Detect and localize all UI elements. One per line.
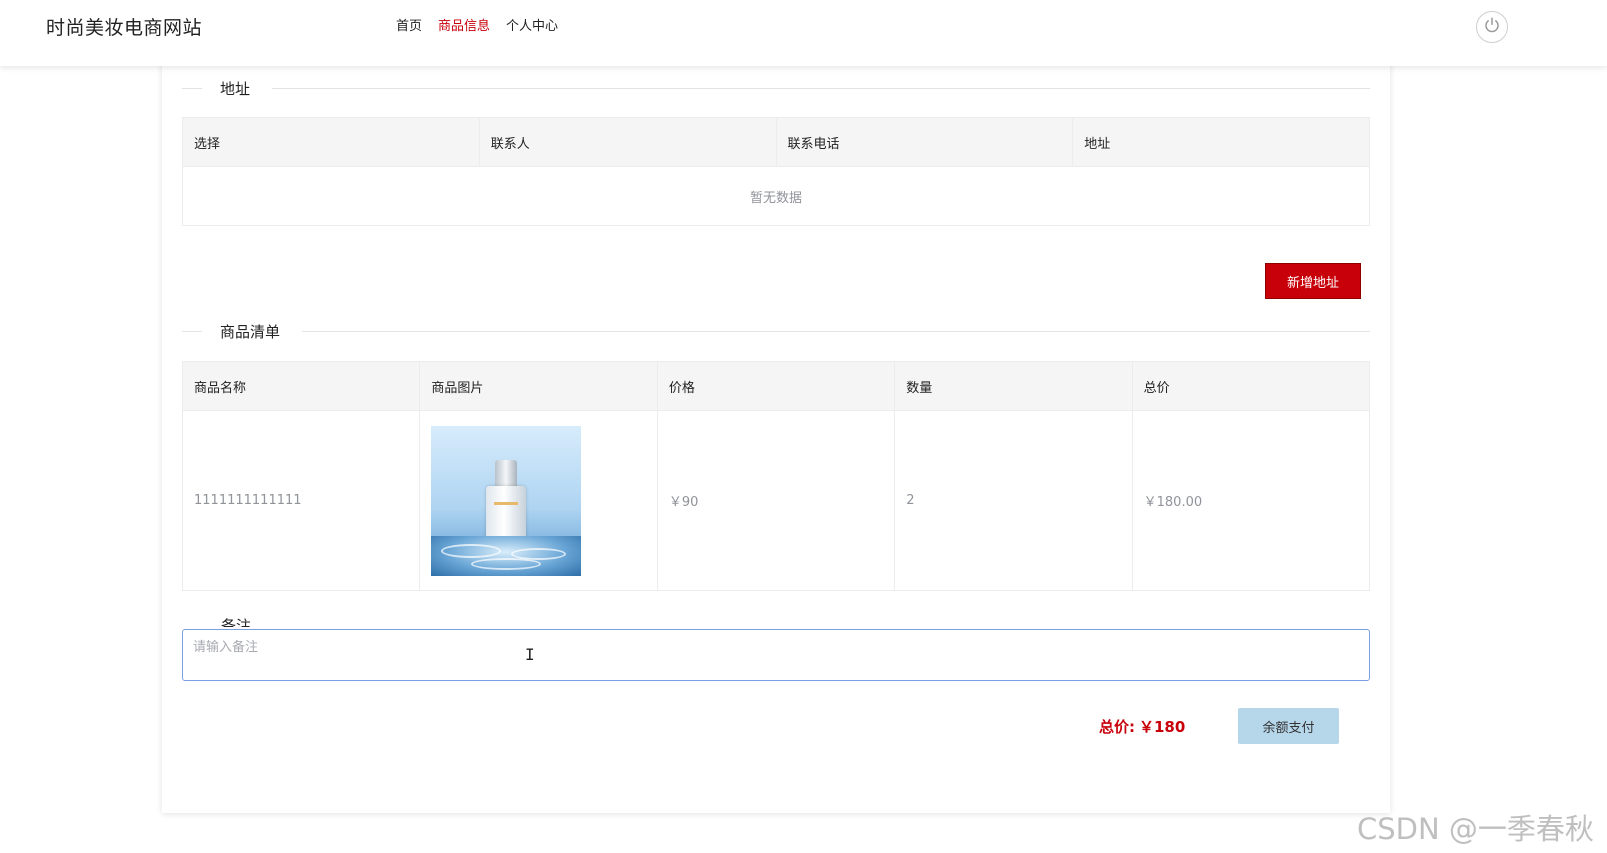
address-table: 选择 联系人 联系电话 地址 暂无数据 (182, 117, 1370, 226)
column-header-contact: 联系人 (480, 118, 777, 166)
nav-item-products[interactable]: 商品信息 (438, 17, 490, 37)
top-navbar: 时尚美妆电商网站 首页 商品信息 个人中心 (0, 0, 1607, 66)
cell-product-image (420, 411, 658, 590)
column-header-quantity: 数量 (895, 362, 1133, 410)
add-address-button[interactable]: 新增地址 (1265, 263, 1361, 299)
address-table-header: 选择 联系人 联系电话 地址 (183, 118, 1369, 167)
cell-price: ￥90 (658, 411, 896, 590)
cell-total: ￥180.00 (1143, 495, 1203, 510)
product-image (431, 425, 582, 576)
goods-section-header: 商品清单 (182, 320, 1370, 342)
total-value: ￥180 (1139, 718, 1186, 736)
text-cursor-icon: I (525, 645, 535, 664)
address-section-header: 地址 (182, 77, 1370, 99)
note-input[interactable] (182, 629, 1370, 681)
goods-section-title: 商品清单 (220, 322, 281, 341)
order-card: 地址 选择 联系人 联系电话 地址 暂无数据 新增地址 商品清单 商品名称 商品… (162, 60, 1390, 813)
column-header-phone: 联系电话 (777, 118, 1074, 166)
goods-table-header: 商品名称 商品图片 价格 数量 总价 (183, 362, 1369, 411)
power-icon (1483, 16, 1501, 38)
divider (182, 87, 202, 89)
column-header-address: 地址 (1084, 136, 1111, 152)
nav-item-home[interactable]: 首页 (396, 17, 422, 37)
column-header-total: 总价 (1143, 380, 1170, 396)
column-header-price: 价格 (658, 362, 896, 410)
note-section-title: 备注 (221, 617, 252, 627)
logout-button[interactable] (1476, 11, 1508, 43)
column-header-name: 商品名称 (183, 362, 421, 410)
column-header-image: 商品图片 (420, 362, 658, 410)
balance-pay-button[interactable]: 余额支付 (1238, 708, 1339, 744)
cell-product-name: 1111111111111 (183, 411, 421, 590)
empty-state-text: 暂无数据 (749, 190, 802, 206)
address-section-title: 地址 (220, 79, 251, 98)
table-row: 1111111111111 ￥90 2 ￥180.00 (183, 411, 1369, 590)
cell-quantity: 2 (895, 411, 1133, 590)
watermark: CSDN @一季春秋 (1357, 812, 1594, 846)
order-total: 总价: ￥180 (1099, 716, 1185, 737)
divider (272, 87, 1370, 89)
site-title: 时尚美妆电商网站 (46, 17, 203, 39)
total-label: 总价: (1099, 718, 1135, 736)
nav-item-profile[interactable]: 个人中心 (506, 17, 558, 37)
column-header-select: 选择 (183, 118, 480, 166)
main-nav: 首页 商品信息 个人中心 (396, 17, 558, 37)
divider (302, 330, 1370, 332)
divider (182, 330, 202, 332)
goods-table: 商品名称 商品图片 价格 数量 总价 1111111111111 ￥90 2 ￥… (182, 361, 1370, 591)
